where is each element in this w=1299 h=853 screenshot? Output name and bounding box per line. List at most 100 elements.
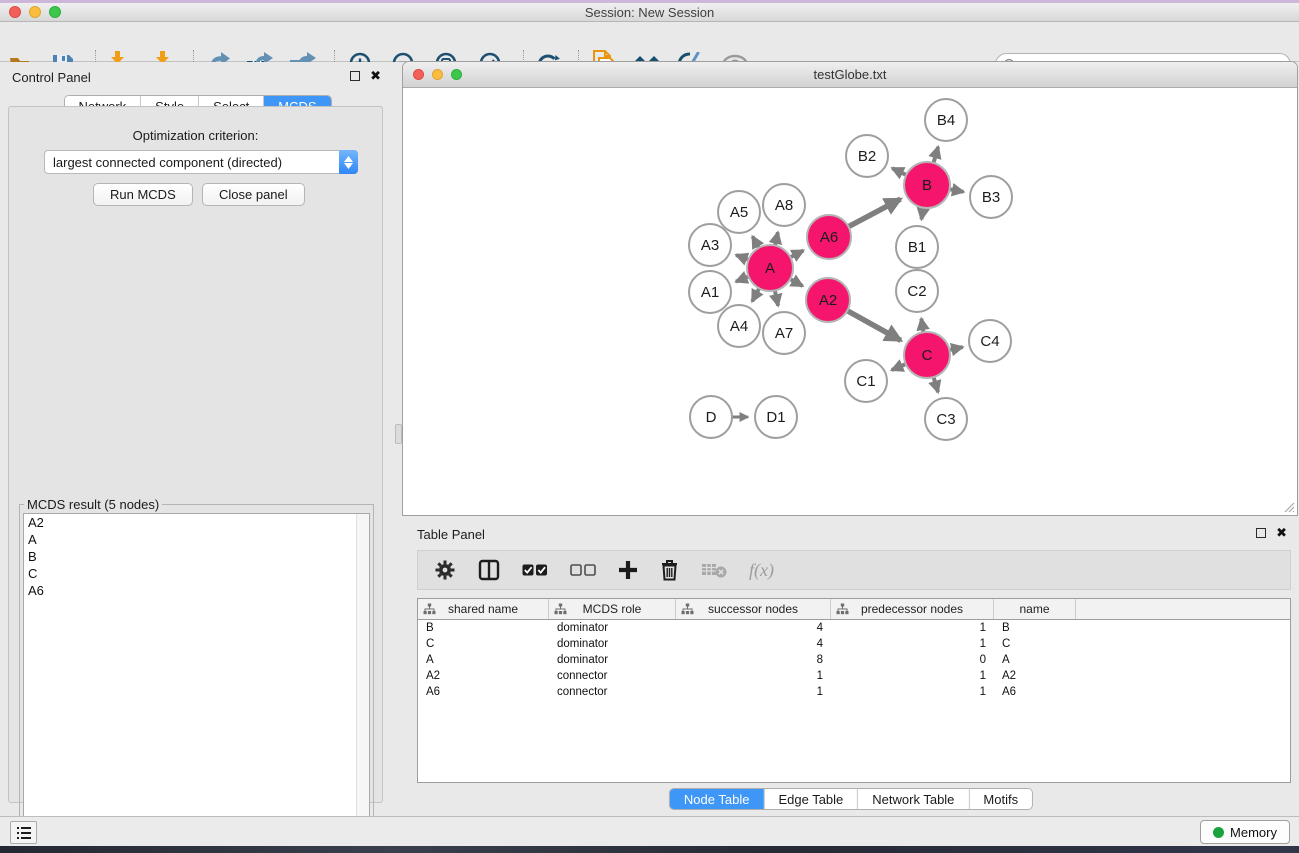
table-cell: B (994, 622, 1076, 634)
table-tabs: Node TableEdge TableNetwork TableMotifs (669, 788, 1033, 810)
maximize-window-button[interactable] (49, 6, 61, 18)
table-row[interactable]: Bdominator41B (418, 620, 1290, 636)
network-window-traffic-lights (413, 69, 462, 80)
graph-node-label: B (922, 177, 932, 194)
table-row[interactable]: Adominator80A (418, 652, 1290, 668)
graph-node-label: A4 (730, 318, 748, 335)
deselect-all-button[interactable] (570, 555, 596, 585)
table-cell: dominator (549, 654, 676, 666)
network-maximize-button[interactable] (451, 69, 462, 80)
task-history-button[interactable] (10, 821, 37, 844)
memory-button[interactable]: Memory (1200, 820, 1290, 844)
table-cell: 4 (676, 638, 831, 650)
table-panel-buttons: ✖ (1256, 528, 1287, 538)
graph-node-label: C4 (980, 333, 999, 350)
status-bar: Memory (0, 816, 1299, 846)
columns-icon (478, 559, 500, 581)
criterion-dropdown-value: largest connected component (directed) (45, 155, 339, 170)
result-list-item[interactable]: B (24, 548, 369, 565)
network-graph[interactable]: B4B2BB3A5A8A6A3B1AA1C2A2A4A7C4CC1C3DD1 (404, 88, 1295, 512)
network-window-titlebar[interactable]: testGlobe.txt (403, 62, 1297, 88)
column-header-successor-nodes[interactable]: successor nodes (676, 599, 831, 619)
column-tree-icon (423, 603, 436, 615)
dropdown-stepper-icon (339, 150, 358, 174)
table-cell: C (418, 638, 549, 650)
column-tree-icon (836, 603, 849, 615)
main-area: Control Panel ✖ NetworkStyleSelectMCDS O… (0, 62, 1299, 816)
task-list-icon (16, 826, 32, 840)
table-cell: 1 (831, 638, 994, 650)
result-list-item[interactable]: A6 (24, 582, 369, 599)
graph-node-label: C1 (856, 373, 875, 390)
column-header-label: name (1019, 602, 1049, 616)
column-header-predecessor-nodes[interactable]: predecessor nodes (831, 599, 994, 619)
delete-table-button[interactable] (701, 555, 727, 585)
run-mcds-button[interactable]: Run MCDS (93, 183, 193, 206)
network-canvas[interactable]: B4B2BB3A5A8A6A3B1AA1C2A2A4A7C4CC1C3DD1 (404, 88, 1295, 512)
splitter-grabber[interactable] (395, 424, 402, 444)
graph-node-label: A8 (775, 197, 793, 214)
table-tab-motifs[interactable]: Motifs (968, 789, 1032, 809)
graph-node-label: A2 (819, 292, 837, 309)
table-tab-network-table[interactable]: Network Table (857, 789, 968, 809)
mcds-panel: Optimization criterion: largest connecte… (8, 106, 383, 803)
create-column-button[interactable] (618, 555, 638, 585)
table-tab-node-table[interactable]: Node Table (670, 789, 764, 809)
table-cell: 1 (676, 686, 831, 698)
table-tab-edge-table[interactable]: Edge Table (763, 789, 857, 809)
delete-column-button[interactable] (660, 555, 679, 585)
table-cell: A6 (994, 686, 1076, 698)
graph-node-label: B1 (908, 239, 926, 256)
table-cell: 4 (676, 622, 831, 634)
resize-grip-icon[interactable] (1281, 499, 1295, 513)
graph-node-label: A (765, 260, 775, 277)
graph-node-label: A1 (701, 284, 719, 301)
table-settings-button[interactable] (434, 555, 456, 585)
main-toolbar (0, 22, 1299, 62)
minimize-window-button[interactable] (29, 6, 41, 18)
column-header-name[interactable]: name (994, 599, 1076, 619)
mcds-result-group: MCDS result (5 nodes) A2ABCA6 (19, 504, 374, 837)
table-toolbar: f(x) (417, 550, 1291, 590)
column-header-shared-name[interactable]: shared name (418, 599, 549, 619)
table-cell: 1 (831, 686, 994, 698)
criterion-dropdown[interactable]: largest connected component (directed) (44, 150, 358, 174)
control-panel-buttons: ✖ (350, 71, 381, 81)
result-list-item[interactable]: A2 (24, 514, 369, 531)
float-table-panel-icon[interactable] (1256, 528, 1266, 538)
window-titlebar[interactable]: Session: New Session (0, 3, 1299, 22)
mcds-result-list[interactable]: A2ABCA6 (23, 513, 370, 833)
table-cell: B (418, 622, 549, 634)
show-columns-button[interactable] (478, 555, 500, 585)
table-cell: dominator (549, 638, 676, 650)
close-window-button[interactable] (9, 6, 21, 18)
graph-node-label: B3 (982, 189, 1000, 206)
result-list-item[interactable]: C (24, 565, 369, 582)
float-panel-icon[interactable] (350, 71, 360, 81)
graph-node-label: A7 (775, 325, 793, 342)
table-cell: A2 (994, 670, 1076, 682)
window-title: Session: New Session (0, 5, 1299, 20)
table-panel: Table Panel ✖ (403, 518, 1299, 816)
table-row[interactable]: A6connector11A6 (418, 684, 1290, 700)
network-close-button[interactable] (413, 69, 424, 80)
fx-icon: f(x) (749, 560, 774, 581)
column-header-label: predecessor nodes (861, 602, 963, 616)
close-table-panel-icon[interactable]: ✖ (1276, 528, 1287, 538)
table-header-row: shared nameMCDS role successor nodes prede… (418, 599, 1290, 620)
select-all-button[interactable] (522, 555, 548, 585)
table-row[interactable]: A2connector11A2 (418, 668, 1290, 684)
table-row[interactable]: Cdominator41C (418, 636, 1290, 652)
function-builder-button[interactable]: f(x) (749, 555, 774, 585)
result-list-scrollbar[interactable] (356, 514, 369, 832)
network-minimize-button[interactable] (432, 69, 443, 80)
table-cell: A2 (418, 670, 549, 682)
table-cell: C (994, 638, 1076, 650)
column-header-MCDS-role[interactable]: MCDS role (549, 599, 676, 619)
column-header-label: successor nodes (708, 602, 798, 616)
close-panel-icon[interactable]: ✖ (370, 71, 381, 81)
close-panel-button[interactable]: Close panel (202, 183, 305, 206)
table-cell: dominator (549, 622, 676, 634)
result-list-item[interactable]: A (24, 531, 369, 548)
node-table[interactable]: shared nameMCDS role successor nodes prede… (417, 598, 1291, 783)
